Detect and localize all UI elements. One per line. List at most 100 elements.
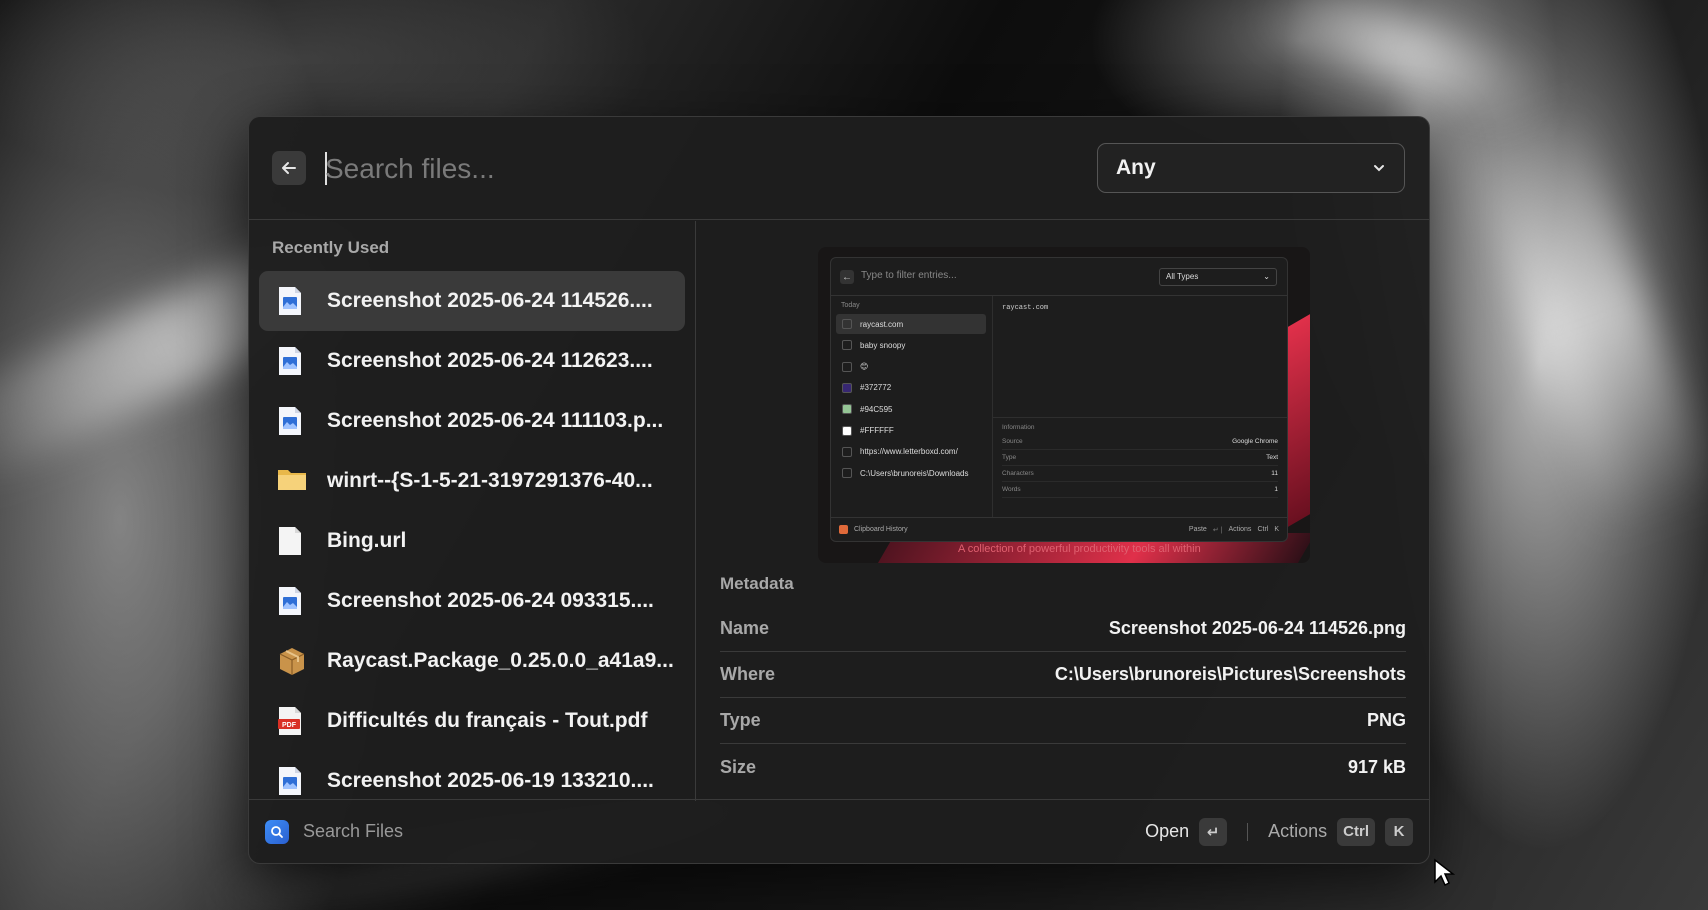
image-file-icon [277,346,303,376]
file-name-label: Screenshot 2025-06-24 114526.... [327,289,653,312]
file-list-item[interactable]: Screenshot 2025-06-24 114526.... [259,271,685,331]
mini-info-row: Characters 11 [1002,466,1278,482]
mini-footer-actions: Actions [1228,525,1252,533]
mouse-pointer-icon [1434,858,1455,887]
metadata-value: Screenshot 2025-06-24 114526.png [1108,618,1406,638]
mini-info-key: Words [1002,486,1021,493]
mini-color-swatch [842,404,852,415]
image-file-icon [277,586,303,616]
mini-footer-title: Clipboard History [854,526,908,533]
search-bar: Any [249,117,1429,220]
mini-info-value: Google Chrome [1232,438,1278,445]
image-preview: ← Type to filter entries... All Types ⌄ T… [818,247,1310,563]
search-files-app-icon [265,819,289,844]
file-list-item[interactable]: winrt--{S-1-5-21-3197291376-40... [259,451,685,511]
metadata-value: 917 kB [1347,756,1406,777]
mini-type-select: All Types ⌄ [1159,268,1277,286]
mini-footer-ctrl: Ctrl [1257,525,1269,533]
mini-list-item: C:\Users\brunoreis\Downloads [836,463,986,483]
mini-list-item: #372772 [836,378,986,398]
mini-footer-paste: Paste [1188,525,1207,533]
mini-info-value: 1 [1274,486,1278,493]
file-list-item[interactable]: Raycast.Package_0.25.0.0_a41a9... [259,631,685,691]
file-list-item[interactable]: Bing.url [259,511,685,571]
mini-footer-k: K [1274,525,1279,533]
file-search-window: Any Recently Used Screenshot 2025-06-24 … [248,116,1430,864]
mini-info-key: Characters [1002,470,1034,477]
footer-divider [1247,822,1249,841]
image-file-icon [277,766,303,796]
file-name-label: winrt--{S-1-5-21-3197291376-40... [327,469,653,492]
metadata-key: Type [720,710,761,730]
mini-info-key: Source [1002,438,1023,445]
actions-button[interactable]: Actions [1268,821,1327,842]
arrow-left-icon [282,162,296,174]
search-input[interactable] [325,147,1085,191]
file-type-dropdown[interactable]: Any [1097,143,1405,193]
mini-filter-placeholder: Type to filter entries... [861,270,957,281]
mini-color-swatch [842,425,852,436]
image-file-icon [277,406,303,436]
metadata-row: Name Screenshot 2025-06-24 114526.png [720,606,1406,652]
detail-pane: ← Type to filter entries... All Types ⌄ T… [697,221,1429,801]
mini-item-label: #372772 [860,383,892,393]
svg-text:PDF: PDF [282,722,297,729]
mini-info-row: Type Text [1002,450,1278,466]
mini-list-item: #FFFFFF [836,421,986,441]
pdf-file-icon: PDF [277,706,303,736]
mini-file-icon [842,340,852,351]
file-name-label: Bing.url [327,529,407,552]
mini-item-label: #94C595 [860,404,893,414]
file-list-item[interactable]: Screenshot 2025-06-24 111103.p... [259,391,685,451]
section-title-recently-used: Recently Used [272,238,390,257]
metadata-value: PNG [1366,710,1406,730]
mini-item-label: 😊 [860,362,869,372]
mini-arrow-left-icon: ← [840,270,854,284]
mini-file-icon [842,446,852,457]
mini-file-icon [842,319,852,329]
file-name-label: Screenshot 2025-06-19 133210.... [327,769,654,792]
blank-file-icon [277,526,303,556]
mini-info-value: 11 [1271,470,1278,477]
mini-item-label: C:\Users\brunoreis\Downloads [860,468,969,478]
mini-file-icon [842,361,852,372]
metadata-title: Metadata [720,574,794,593]
metadata-key: Name [720,618,770,638]
recent-files-list: Screenshot 2025-06-24 114526.... Screensh… [259,271,685,811]
mini-list-item: #94C595 [836,399,986,419]
back-button[interactable] [272,151,306,185]
file-list-item[interactable]: Screenshot 2025-06-24 112623.... [259,331,685,391]
open-action-button[interactable]: Open [1145,821,1189,842]
chevron-down-icon [1374,165,1384,172]
image-file-icon [277,286,303,316]
footer-bar: Search Files Open ↵ Actions Ctrl K [249,799,1429,863]
folder-icon [277,466,306,496]
file-type-selected: Any [1116,156,1156,179]
mini-list-item: https://www.letterboxd.com/ [836,442,986,462]
results-list-pane: Recently Used Screenshot 2025-06-24 1145… [249,221,696,801]
file-name-label: Raycast.Package_0.25.0.0_a41a9... [327,649,674,672]
footer-title: Search Files [303,821,404,841]
mini-info-row: Source Google Chrome [1002,434,1278,450]
file-list-item[interactable]: Screenshot 2025-06-24 093315.... [259,571,685,631]
mini-item-label: #FFFFFF [860,426,894,435]
file-name-label: Screenshot 2025-06-24 111103.p... [327,409,664,432]
metadata-row: Where C:\Users\brunoreis\Pictures\Screens… [720,652,1406,698]
mini-item-label: https://www.letterboxd.com/ [860,447,958,457]
mini-clipboard-icon [839,525,848,534]
file-list-item[interactable]: PDF Difficultés du français - Tout.pdf [259,691,685,751]
file-name-label: Screenshot 2025-06-24 112623.... [327,349,653,372]
enter-key-icon: ↵ [1199,817,1228,846]
mini-list-item: raycast.com [836,314,986,334]
metadata-key: Size [720,756,757,777]
file-name-label: Screenshot 2025-06-24 093315.... [327,589,654,612]
mini-info-title: Information [1002,424,1035,431]
package-icon [277,646,305,676]
mini-content-text: raycast.com [1002,304,1049,312]
mini-list-item: baby snoopy [836,335,986,355]
mini-item-label: raycast.com [860,319,904,329]
metadata-value: C:\Users\brunoreis\Pictures\Screenshots [1054,664,1406,684]
mini-color-swatch [842,382,852,393]
k-key: K [1385,817,1413,846]
file-name-label: Difficultés du français - Tout.pdf [327,709,648,732]
